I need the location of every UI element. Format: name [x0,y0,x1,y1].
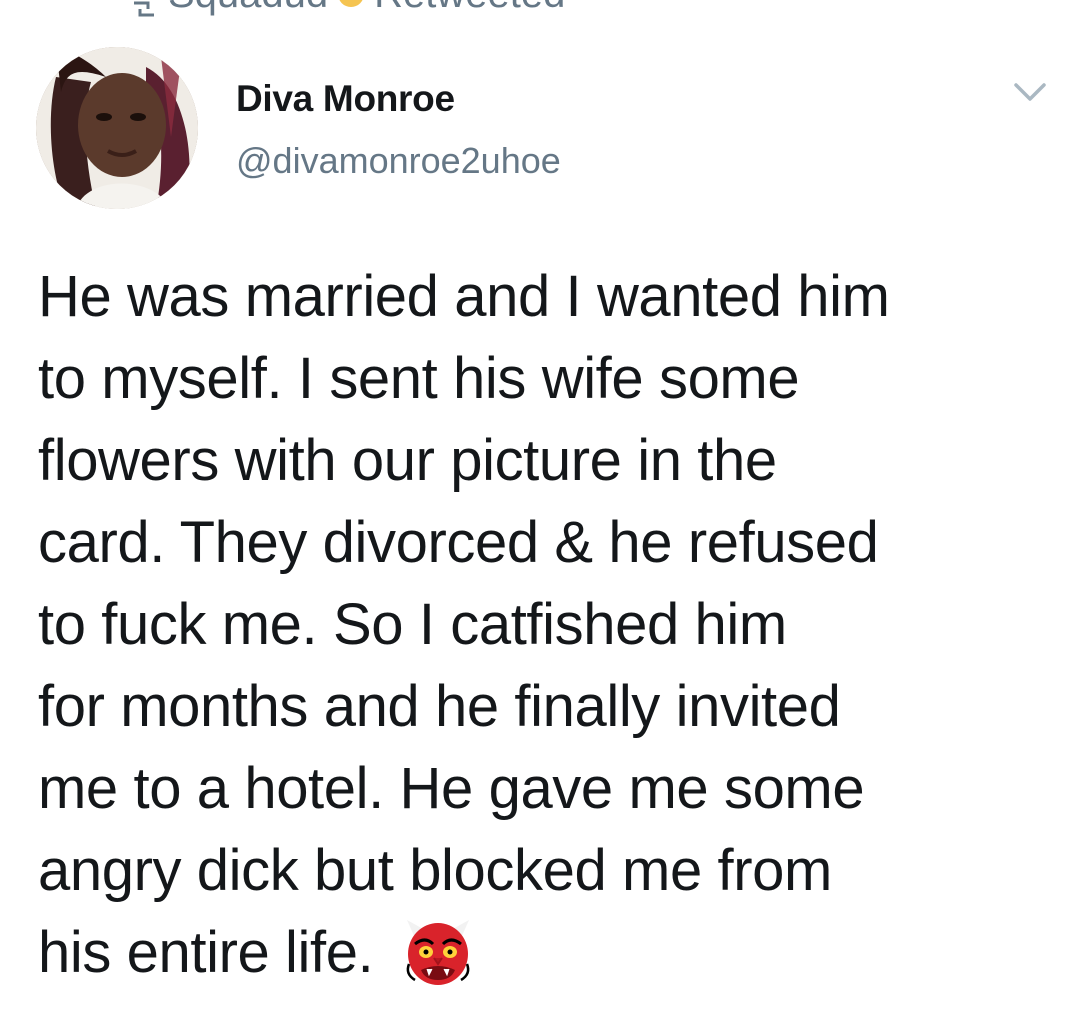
heart-badge-icon [338,0,365,7]
tweet-line: for months and he finally invited [38,674,841,739]
tweet-line: to myself. I sent his wife some [38,346,800,411]
tweet-line: his entire life. [38,920,374,985]
retweet-context: Squadud Retweeted [130,0,565,17]
tweet-line: flowers with our picture in the [38,428,777,493]
tweet-line: card. They divorced & he refused [38,510,879,575]
tweet-line: He was married and I wanted him [38,264,890,329]
retweeted-label: Retweeted [374,0,565,17]
tweet-line: angry dick but blocked me from [38,838,832,903]
tweet-line: me to a hotel. He gave me some [38,756,865,821]
avatar[interactable] [36,47,198,209]
tweet-line: to fuck me. So I catfished him [38,592,787,657]
retweet-icon [130,0,158,17]
author-handle[interactable]: @divamonroe2uhoe [236,140,561,182]
tweet-last-line: his entire life. [38,912,1038,994]
goblin-mask-emoji-icon [401,914,475,988]
chevron-down-icon[interactable] [1012,80,1048,104]
retweeter-name[interactable]: Squadud [168,0,328,17]
tweet-text: He was married and I wanted him to mysel… [38,256,1038,994]
author-display-name[interactable]: Diva Monroe [236,78,455,120]
